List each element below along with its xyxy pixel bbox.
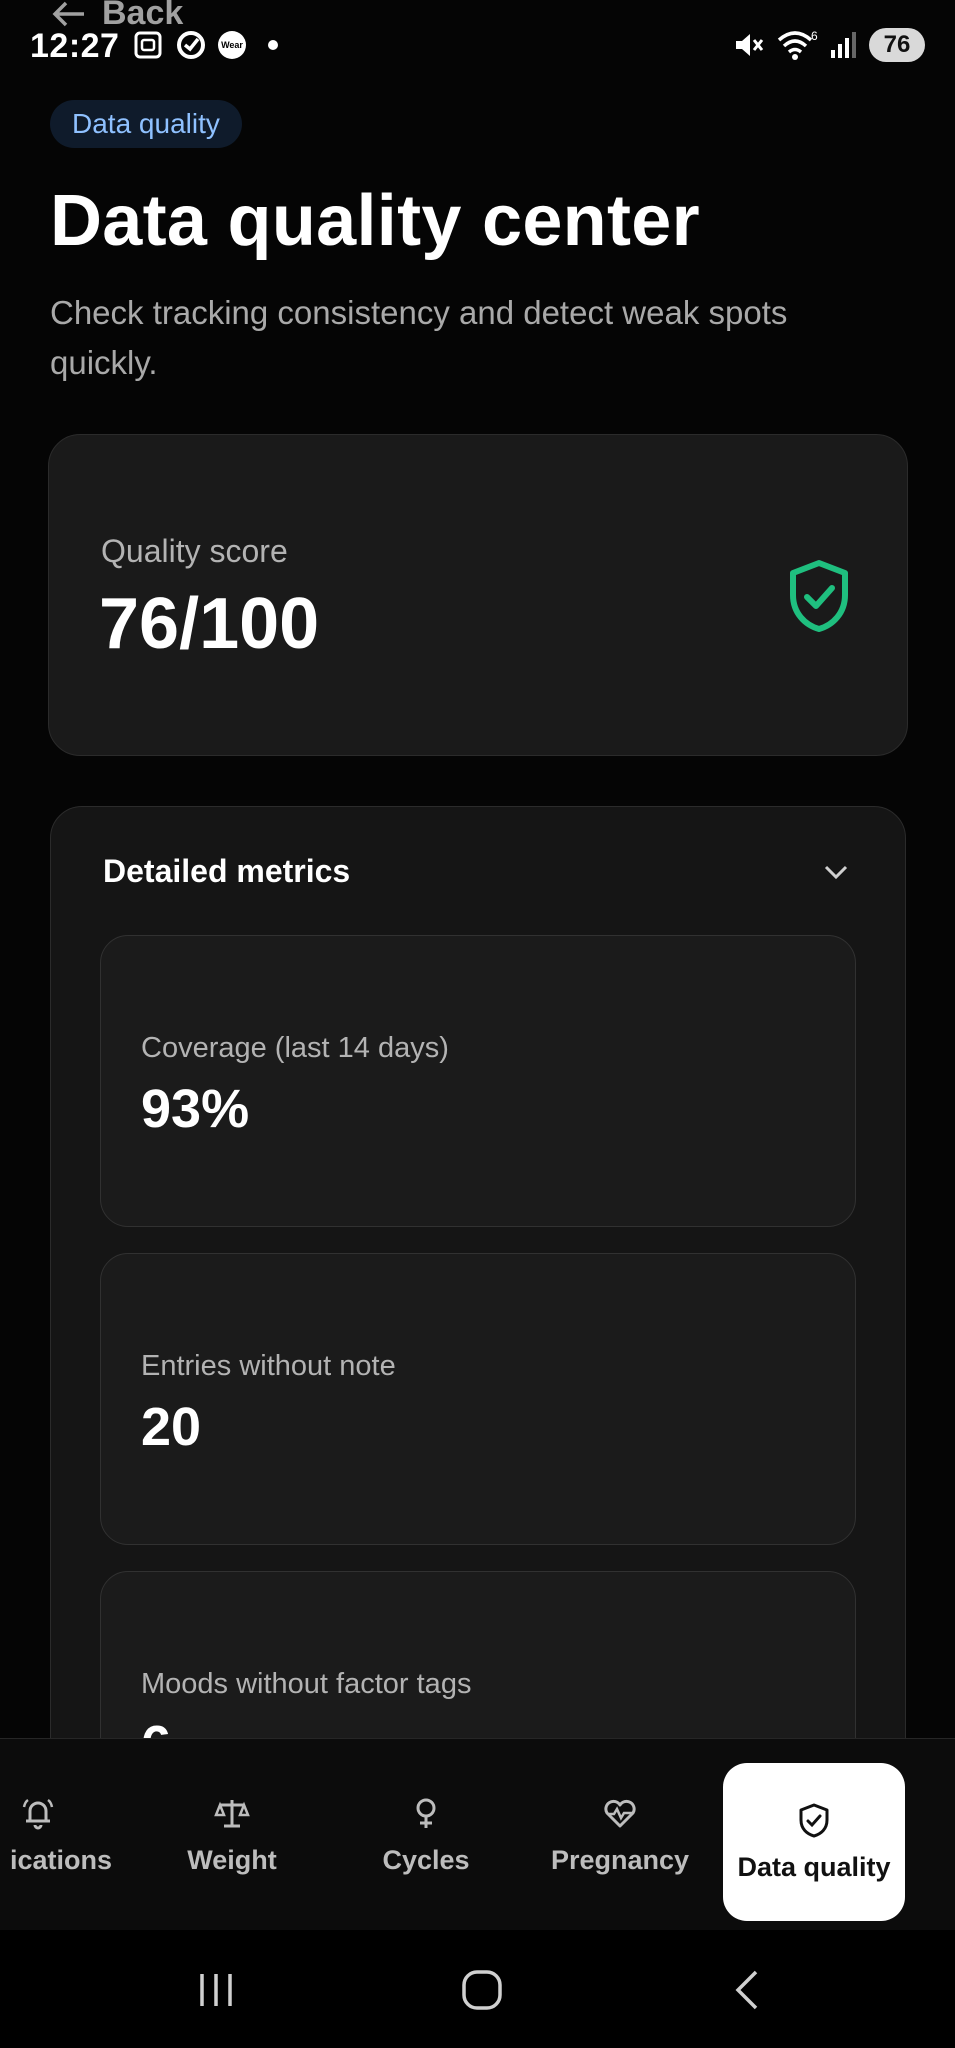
arrow-left-icon xyxy=(52,1,84,26)
nav-item-notifications[interactable]: ications xyxy=(10,1739,130,1931)
page-title: Data quality center xyxy=(50,181,700,261)
quality-score-card: Quality score 76/100 xyxy=(48,434,908,756)
metric-value: 93% xyxy=(141,1079,250,1139)
nav-label: Data quality xyxy=(737,1851,891,1882)
section-chip: Data quality xyxy=(50,100,242,148)
metric-card-coverage: Coverage (last 14 days) 93% xyxy=(100,935,856,1227)
recents-button[interactable] xyxy=(186,1960,246,2020)
nav-label: Cycles xyxy=(382,1844,470,1875)
sync-icon xyxy=(177,31,205,59)
nav-label: Weight xyxy=(187,1844,277,1875)
quality-score-value: 76/100 xyxy=(99,584,320,664)
scale-icon xyxy=(214,1799,250,1827)
system-back-button[interactable] xyxy=(718,1960,778,2020)
screenshot-icon xyxy=(134,31,162,59)
nav-item-weight[interactable]: Weight xyxy=(172,1739,292,1931)
mute-icon xyxy=(736,34,764,56)
wear-badge: Wear xyxy=(218,31,246,59)
nav-label: ications xyxy=(10,1844,113,1875)
battery-indicator: 76 xyxy=(869,28,925,62)
app-screen: 12:27 Wear 6 76 Back Data quality Data q… xyxy=(0,0,955,2048)
venus-icon xyxy=(416,1798,436,1828)
wifi-icon: 6 xyxy=(777,29,818,60)
home-button[interactable] xyxy=(452,1960,512,2020)
notification-dot xyxy=(268,40,278,50)
status-left-icons: Wear xyxy=(132,28,278,62)
recents-icon xyxy=(200,1974,232,2006)
page-subtitle: Check tracking consistency and detect we… xyxy=(50,294,788,381)
metric-label: Coverage (last 14 days) xyxy=(141,1032,449,1064)
nav-label: Pregnancy xyxy=(550,1844,690,1875)
back-button[interactable]: Back xyxy=(52,0,183,33)
metric-label: Moods without factor tags xyxy=(141,1668,472,1700)
bell-icon xyxy=(22,1798,54,1829)
detailed-metrics-title[interactable]: Detailed metrics xyxy=(103,853,350,890)
nav-item-data-quality[interactable]: Data quality xyxy=(723,1763,905,1921)
nav-item-cycles[interactable]: Cycles xyxy=(366,1739,486,1931)
home-icon xyxy=(462,1970,502,2010)
bottom-navigation: ications Weight Cycles Pregnancy Data qu… xyxy=(0,1738,955,1930)
wifi-badge: 6 xyxy=(811,29,818,43)
system-navigation-bar xyxy=(0,1930,955,2048)
back-label: Back xyxy=(102,0,184,32)
shield-check-icon xyxy=(790,560,848,632)
status-right-icons: 6 76 xyxy=(731,28,925,62)
chevron-left-icon xyxy=(735,1970,758,2010)
chevron-down-icon[interactable] xyxy=(821,857,851,887)
metric-label: Entries without note xyxy=(141,1350,396,1382)
signal-icon xyxy=(831,32,856,58)
heart-pulse-icon xyxy=(604,1799,636,1827)
nav-item-pregnancy[interactable]: Pregnancy xyxy=(540,1739,700,1931)
metric-value: 20 xyxy=(141,1397,202,1457)
metric-card-entries-without-note: Entries without note 20 xyxy=(100,1253,856,1545)
quality-score-label: Quality score xyxy=(101,533,288,569)
shield-check-icon xyxy=(799,1803,829,1837)
